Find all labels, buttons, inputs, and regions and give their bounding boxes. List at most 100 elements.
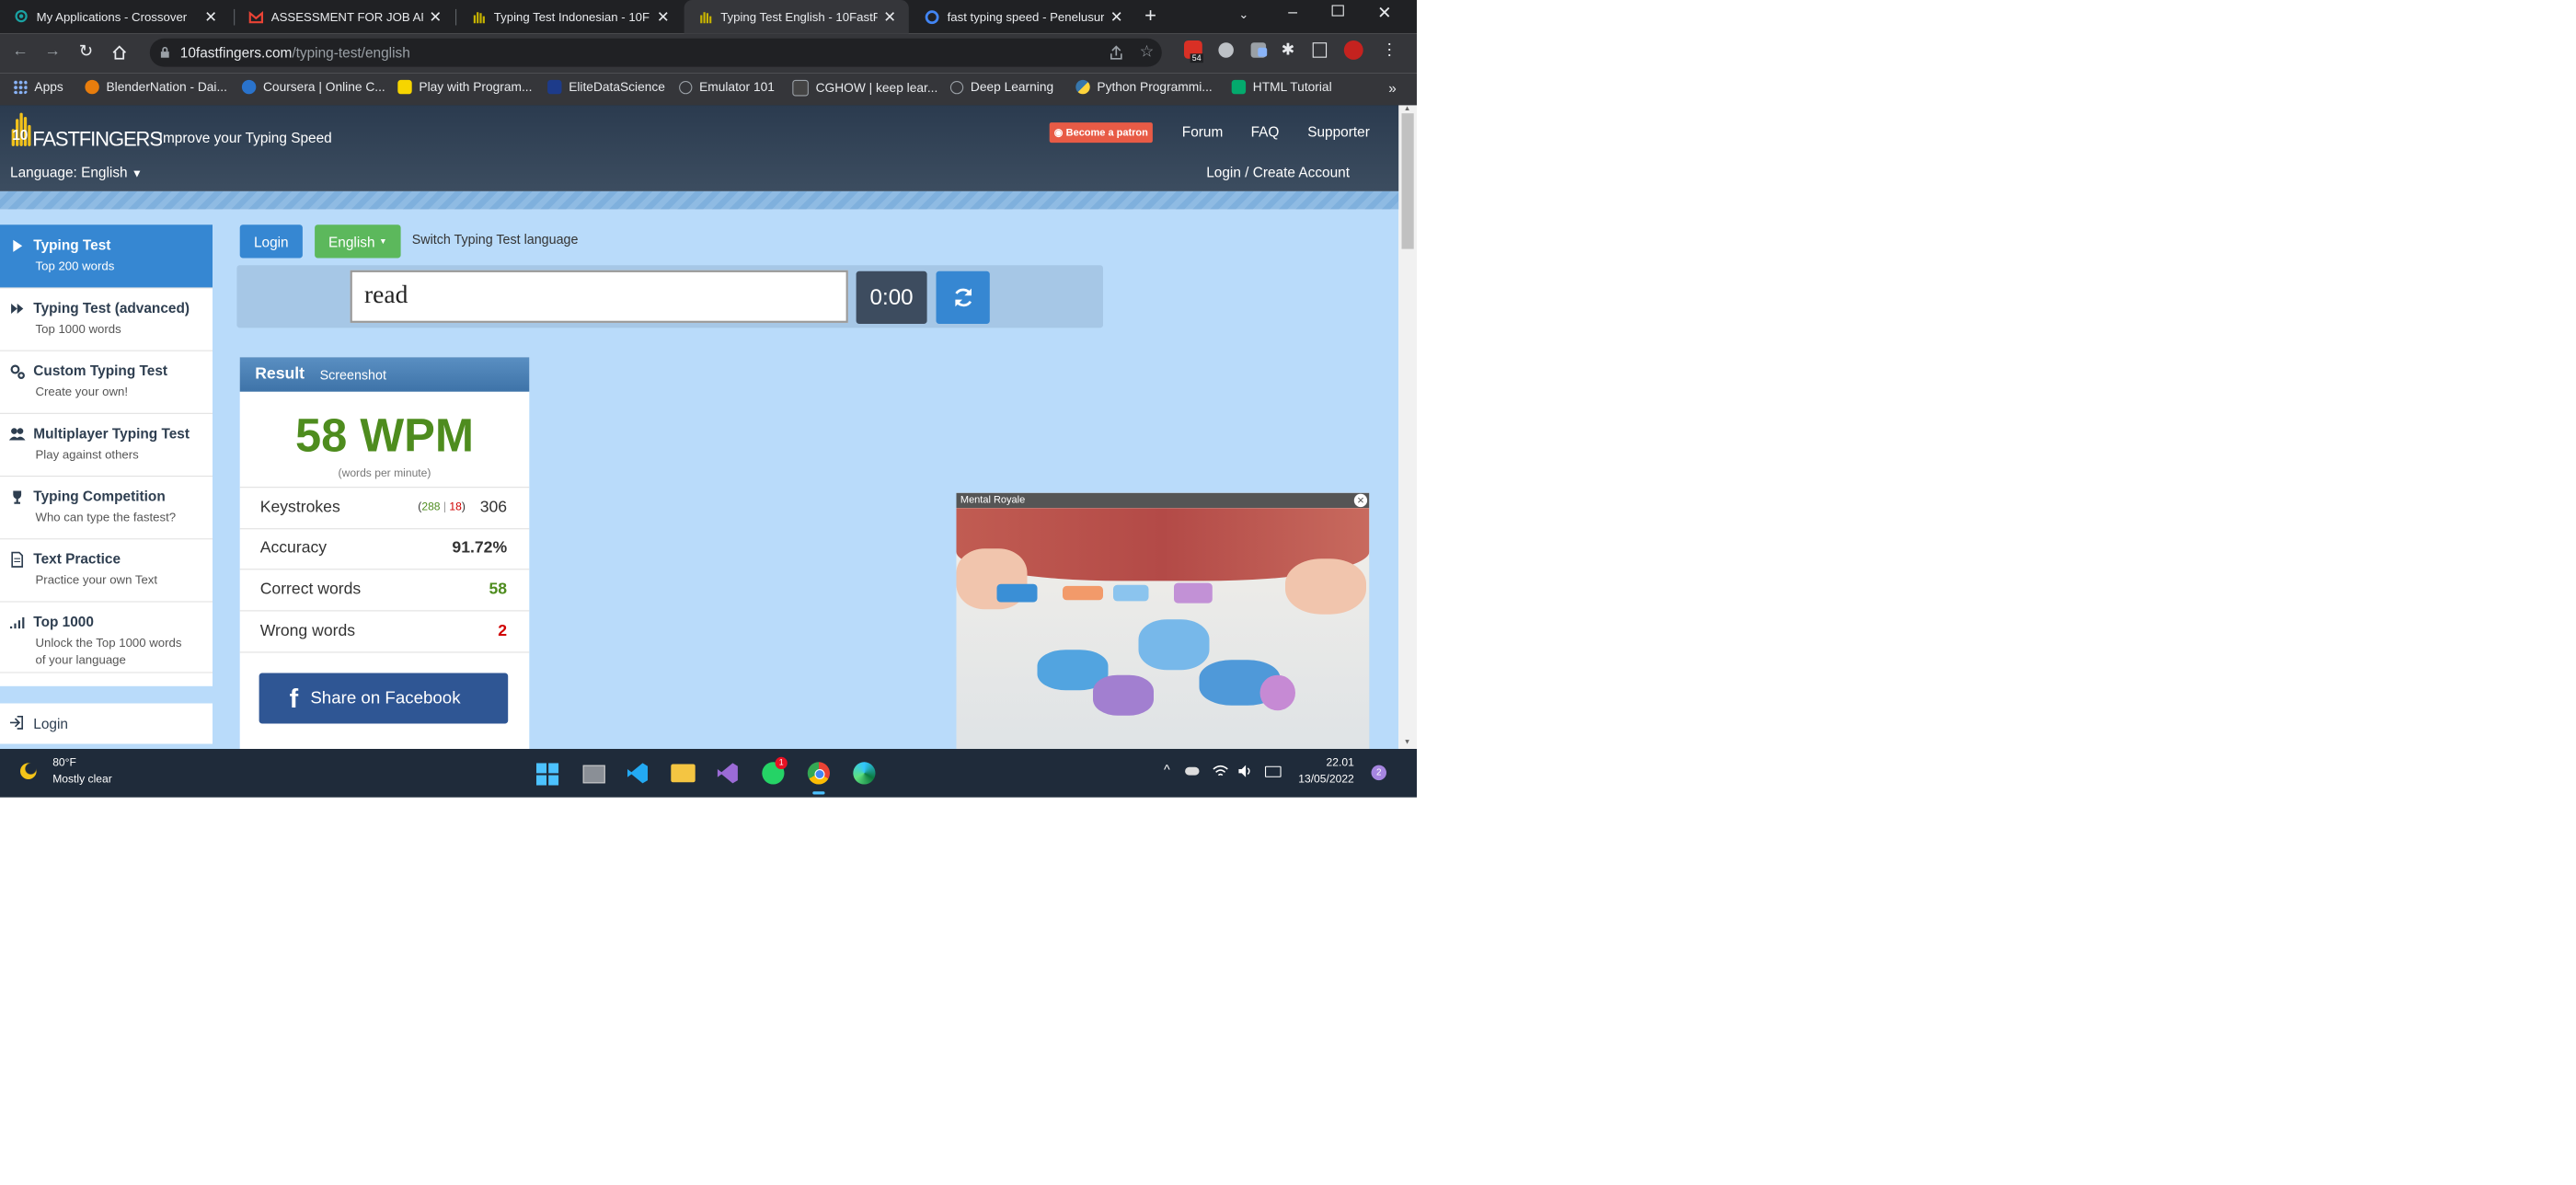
browser-tab[interactable]: fast typing speed - Penelusur ✕ <box>911 0 1135 33</box>
visual-studio-icon[interactable] <box>717 762 739 784</box>
login-button[interactable]: Login <box>239 224 303 259</box>
extension-icon[interactable] <box>1218 42 1234 58</box>
new-tab-button[interactable]: + <box>1144 6 1156 29</box>
sidebar-item-multiplayer[interactable]: Multiplayer Typing Test Play against oth… <box>0 413 213 477</box>
restore-icon[interactable] <box>1331 5 1344 17</box>
login-create-link[interactable]: Login / Create Account <box>1206 164 1350 180</box>
scroll-down-icon[interactable]: ▼ <box>1404 739 1411 746</box>
result-title: Result <box>255 365 305 383</box>
bookmark-item[interactable]: Coursera | Online C... <box>241 79 385 95</box>
close-tab-icon[interactable]: ✕ <box>429 7 442 26</box>
forward-icon[interactable]: → <box>44 42 61 61</box>
clock-date[interactable]: 13/05/2022 <box>1294 773 1354 785</box>
restart-button[interactable] <box>936 270 990 324</box>
sidebar-item-typing-test-advanced[interactable]: Typing Test (advanced) Top 1000 words <box>0 287 213 351</box>
bookmark-item[interactable]: Play with Program... <box>397 79 532 95</box>
nav-supporter[interactable]: Supporter <box>1307 123 1370 140</box>
bookmark-item[interactable]: CGHOW | keep lear... <box>792 79 937 97</box>
close-tab-icon[interactable]: ✕ <box>883 7 896 26</box>
side-panel-icon[interactable] <box>1312 42 1328 58</box>
language-selector[interactable]: Language: English ▼ <box>10 164 143 180</box>
back-icon[interactable]: ← <box>12 42 29 61</box>
patron-button[interactable]: ◉ Become a patron <box>1049 122 1153 144</box>
correct-words-row: Correct words 58 <box>239 569 530 612</box>
browser-tab-strip: My Applications - Crossover ✕ ASSESSMENT… <box>0 0 1417 34</box>
lock-icon[interactable] <box>160 46 170 59</box>
close-window-icon[interactable]: ✕ <box>1377 3 1392 23</box>
windows-start-icon[interactable] <box>536 763 559 786</box>
wrong-words-row: Wrong words 2 <box>239 611 530 653</box>
share-icon[interactable] <box>1109 44 1125 61</box>
onedrive-icon[interactable] <box>1185 766 1200 776</box>
bookmark-item[interactable]: HTML Tutorial <box>1231 79 1332 95</box>
bookmark-item[interactable]: EliteDataScience <box>547 79 665 95</box>
battery-icon[interactable] <box>1265 765 1282 777</box>
bookmark-star-icon[interactable]: ☆ <box>1140 41 1155 62</box>
browser-menu-icon[interactable]: ⋮ <box>1382 40 1398 60</box>
screenshot-link[interactable]: Screenshot <box>320 367 386 383</box>
advertisement[interactable]: Mental Royale × <box>956 492 1370 749</box>
bookmark-item[interactable]: Deep Learning <box>949 80 1053 94</box>
bookmark-apps[interactable]: Apps <box>13 79 63 95</box>
site-logo[interactable]: 10 FASTFINGERS <box>10 110 163 151</box>
scrollbar-thumb[interactable] <box>1401 113 1414 249</box>
browser-tab[interactable]: Typing Test Indonesian - 10F ✕ <box>457 0 682 33</box>
ad-block <box>996 583 1038 603</box>
tray-overflow-icon[interactable]: ^ <box>1164 762 1170 777</box>
language-dropdown-button[interactable]: English ▼ <box>315 224 401 259</box>
bookmark-item[interactable]: Emulator 101 <box>679 80 775 94</box>
whatsapp-badge: 1 <box>775 756 788 769</box>
file-explorer-icon[interactable] <box>671 764 696 783</box>
profile-avatar[interactable] <box>1343 40 1363 60</box>
close-tab-icon[interactable]: ✕ <box>204 7 217 26</box>
sidebar-login-item[interactable]: Login <box>0 703 213 744</box>
extension-icon[interactable] <box>1258 47 1268 57</box>
share-facebook-button[interactable]: f Share on Facebook <box>259 673 509 724</box>
minimize-icon[interactable]: – <box>1288 4 1297 22</box>
result-panel: Result Screenshot 58 WPM (words per minu… <box>239 357 530 749</box>
home-icon[interactable] <box>111 44 128 61</box>
nav-forum[interactable]: Forum <box>1182 123 1223 140</box>
fast-forward-icon <box>11 304 24 314</box>
typing-input[interactable]: read <box>350 270 848 323</box>
patreon-icon: ◉ <box>1053 127 1064 139</box>
reload-page-icon[interactable]: ↻ <box>79 41 94 62</box>
browser-tab[interactable]: My Applications - Crossover ✕ <box>0 0 233 33</box>
url-text: 10fastfingers.com/typing-test/english <box>179 44 410 61</box>
hand-icon <box>700 11 712 23</box>
weather-temp[interactable]: 80°F <box>52 757 76 769</box>
sidebar-item-top-1000[interactable]: Top 1000 Unlock the Top 1000 words of you… <box>0 601 213 673</box>
bookmark-item[interactable]: Python Programmi... <box>1075 79 1213 95</box>
vscode-icon[interactable] <box>627 762 649 784</box>
close-tab-icon[interactable]: ✕ <box>1110 7 1123 26</box>
weather-desc[interactable]: Mostly clear <box>52 773 112 785</box>
volume-icon[interactable] <box>1237 765 1254 778</box>
taskbar: 80°F Mostly clear 1 ^ 22.01 13/05/2022 2 <box>0 749 1417 798</box>
timer: 0:00 <box>856 270 927 324</box>
sidebar-item-competition[interactable]: Typing Competition Who can type the fast… <box>0 476 213 540</box>
address-bar[interactable]: 10fastfingers.com/typing-test/english ☆ <box>149 38 1162 67</box>
bookmark-item[interactable]: BlenderNation - Dai... <box>85 79 227 95</box>
sidebar-item-text-practice[interactable]: Text Practice Practice your own Text <box>0 538 213 603</box>
scroll-up-icon[interactable]: ▲ <box>1404 105 1411 112</box>
active-app-indicator <box>812 791 825 795</box>
browser-tab-active[interactable]: Typing Test English - 10FastF ✕ <box>684 0 909 34</box>
wifi-icon[interactable] <box>1213 765 1229 778</box>
clock-time[interactable]: 22.01 <box>1294 757 1354 769</box>
close-tab-icon[interactable]: ✕ <box>657 7 670 26</box>
users-icon <box>8 428 26 441</box>
tab-search-icon[interactable]: ⌄ <box>1238 7 1248 21</box>
browser-tab[interactable]: ASSESSMENT FOR JOB APPLI ✕ <box>235 0 455 33</box>
play-icon <box>13 239 23 252</box>
task-view-icon[interactable] <box>582 765 605 784</box>
notification-badge[interactable]: 2 <box>1371 765 1386 781</box>
bookmarks-overflow-button[interactable]: » <box>1388 80 1397 97</box>
sidebar-item-typing-test[interactable]: Typing Test Top 200 words <box>0 224 213 289</box>
edge-icon[interactable] <box>853 762 876 785</box>
sidebar-item-custom-typing-test[interactable]: Custom Typing Test Create your own! <box>0 351 213 414</box>
page-scrollbar[interactable]: ▲ ▼ <box>1398 105 1417 749</box>
extensions-puzzle-icon[interactable]: ✱ <box>1282 40 1295 60</box>
nav-faq[interactable]: FAQ <box>1251 123 1280 140</box>
ad-block <box>1113 584 1149 602</box>
close-ad-icon[interactable]: × <box>1353 493 1368 508</box>
